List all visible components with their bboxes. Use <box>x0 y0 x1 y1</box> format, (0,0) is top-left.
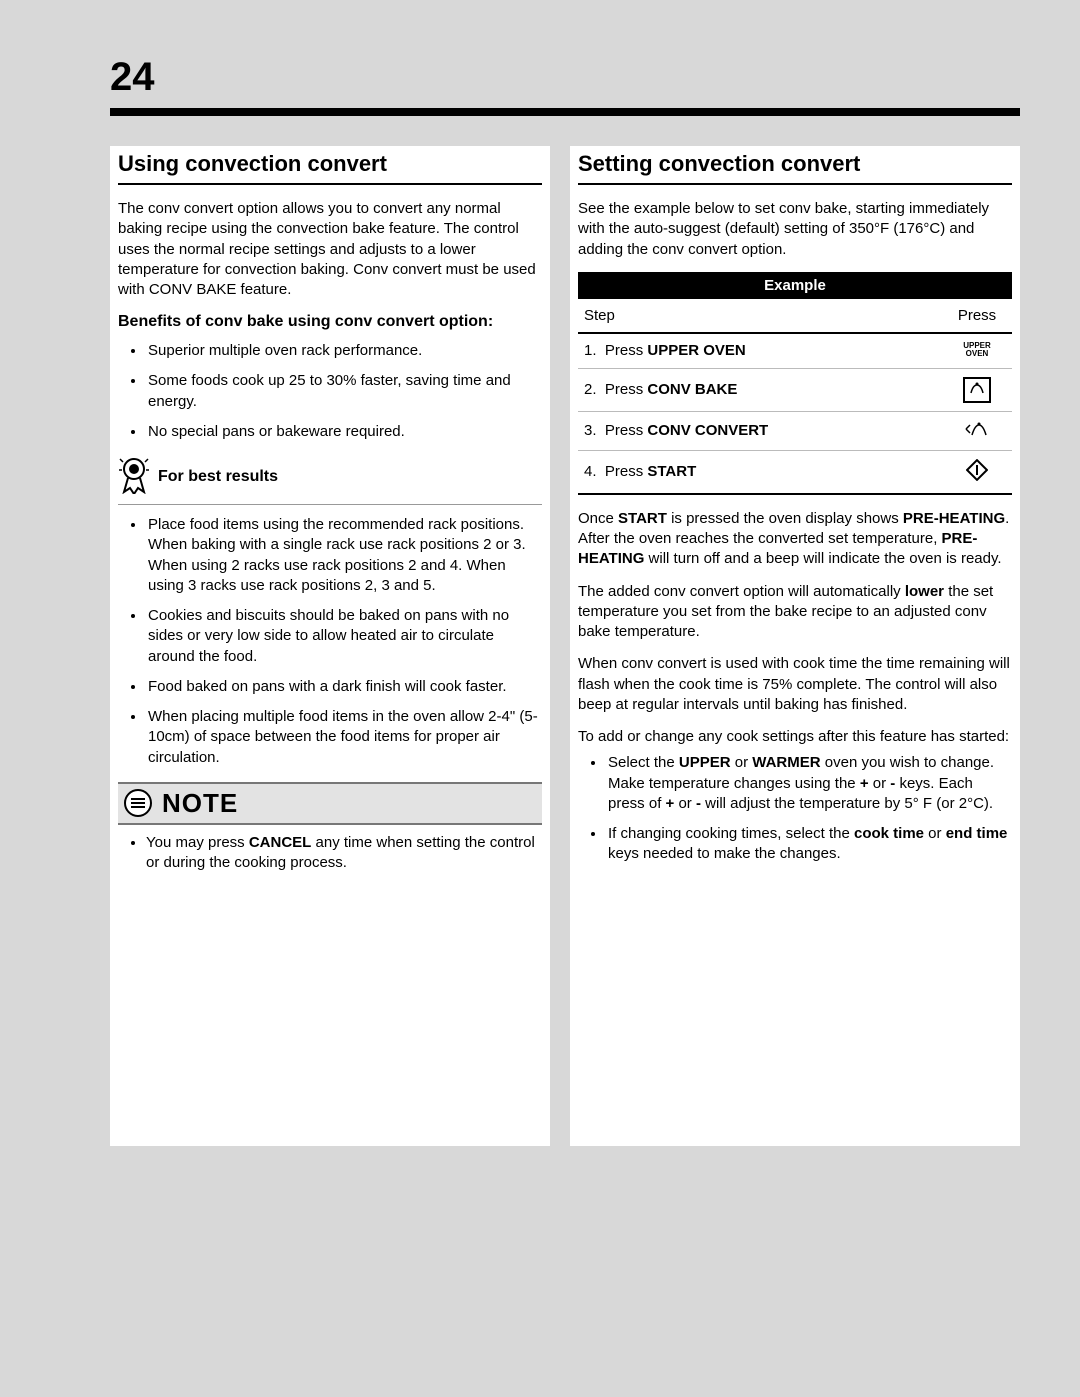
step-bold: CONV BAKE <box>647 381 737 398</box>
top-rule <box>110 108 1020 116</box>
para-preheating: Once START is pressed the oven display s… <box>578 509 1012 570</box>
list-item: Food baked on pans with a dark finish wi… <box>146 677 542 697</box>
press-cell <box>942 368 1012 411</box>
text: is pressed the oven display shows <box>667 510 903 527</box>
text: Select the <box>608 754 679 771</box>
list-item: No special pans or bakeware required. <box>146 422 542 442</box>
note-text: You may press <box>146 834 249 851</box>
benefits-list: Superior multiple oven rack performance.… <box>118 341 542 442</box>
benefits-heading: Benefits of conv bake using conv convert… <box>118 312 542 333</box>
table-row: 1. Press UPPER OVEN UPPEROVEN <box>578 333 1012 369</box>
bold: START <box>618 510 667 527</box>
text: will adjust the temperature by 5° F (or … <box>701 795 993 812</box>
text: or <box>924 825 946 842</box>
text: will turn off and a beep will indicate t… <box>644 550 1001 567</box>
using-convection-title: Using convection convert <box>118 151 542 185</box>
text: keys needed to make the changes. <box>608 845 841 862</box>
list-item: Cookies and biscuits should be baked on … <box>146 606 542 667</box>
best-results-heading: For best results <box>158 467 278 488</box>
step-bold: UPPER OVEN <box>647 342 745 359</box>
setting-convection-intro: See the example below to set conv bake, … <box>578 199 1012 260</box>
best-results-list: Place food items using the recommended r… <box>118 515 542 768</box>
para-cooktime: When conv convert is used with cook time… <box>578 654 1012 715</box>
page-number: 24 <box>110 55 1020 100</box>
start-icon <box>966 468 988 485</box>
step-pre: Press <box>605 463 648 480</box>
step-cell: 1. Press UPPER OVEN <box>578 333 942 369</box>
list-item: When placing multiple food items in the … <box>146 707 542 768</box>
list-item: Superior multiple oven rack performance. <box>146 341 542 361</box>
para-lower: The added conv convert option will autom… <box>578 582 1012 643</box>
press-cell: UPPEROVEN <box>942 333 1012 369</box>
bold: end time <box>946 825 1008 842</box>
text: Once <box>578 510 618 527</box>
step-pre: Press <box>605 342 648 359</box>
note-item: You may press CANCEL any time when setti… <box>146 833 542 874</box>
para-change-intro: To add or change any cook settings after… <box>578 727 1012 747</box>
conv-bake-icon <box>963 377 991 403</box>
example-header: Example <box>578 272 1012 299</box>
two-column-layout: Using convection convert The conv conver… <box>110 146 1020 1146</box>
text: The added conv convert option will autom… <box>578 583 905 600</box>
setting-convection-title: Setting convection convert <box>578 151 1012 185</box>
step-cell: 3. Press CONV CONVERT <box>578 411 942 450</box>
right-column: Setting convection convert See the examp… <box>570 146 1020 1146</box>
bold: PRE-HEATING <box>903 510 1005 527</box>
list-item: If changing cooking times, select the co… <box>606 824 1012 865</box>
table-row: 3. Press CONV CONVERT <box>578 411 1012 450</box>
note-icon <box>124 789 152 817</box>
upper-oven-icon: UPPEROVEN <box>963 342 991 358</box>
bold: cook time <box>854 825 924 842</box>
change-settings-list: Select the UPPER or WARMER oven you wish… <box>578 753 1012 864</box>
text: or <box>869 775 891 792</box>
note-body: You may press CANCEL any time when setti… <box>118 825 542 882</box>
left-column: Using convection convert The conv conver… <box>110 146 550 1146</box>
step-pre: Press <box>605 381 648 398</box>
bold: WARMER <box>752 754 820 771</box>
step-cell: 4. Press START <box>578 450 942 494</box>
bold: + <box>860 775 869 792</box>
ribbon-icon <box>118 456 150 498</box>
text: If changing cooking times, select the <box>608 825 854 842</box>
step-num: 1. <box>584 342 597 359</box>
note-box: NOTE You may press CANCEL any time when … <box>118 782 542 882</box>
bold: UPPER <box>679 754 731 771</box>
note-header: NOTE <box>118 782 542 825</box>
using-convection-intro: The conv convert option allows you to co… <box>118 199 542 300</box>
press-cell <box>942 450 1012 494</box>
step-bold: CONV CONVERT <box>647 422 768 439</box>
bold: lower <box>905 583 944 600</box>
press-cell <box>942 411 1012 450</box>
example-table: Example Step Press 1. Press UPPER OVEN U… <box>578 272 1012 495</box>
note-title: NOTE <box>162 788 238 819</box>
list-item: Some foods cook up 25 to 30% faster, sav… <box>146 371 542 412</box>
step-bold: START <box>647 463 696 480</box>
col-press: Press <box>942 299 1012 333</box>
step-cell: 2. Press CONV BAKE <box>578 368 942 411</box>
best-results-heading-row: For best results <box>118 456 542 505</box>
col-step: Step <box>578 299 942 333</box>
step-num: 2. <box>584 381 597 398</box>
table-row: 2. Press CONV BAKE <box>578 368 1012 411</box>
table-row: 4. Press START <box>578 450 1012 494</box>
list-item: Place food items using the recommended r… <box>146 515 542 596</box>
list-item: Select the UPPER or WARMER oven you wish… <box>606 753 1012 814</box>
cancel-label: CANCEL <box>249 834 312 851</box>
text: or <box>731 754 753 771</box>
text: or <box>674 795 696 812</box>
conv-convert-icon <box>964 425 990 442</box>
bold: + <box>666 795 675 812</box>
step-pre: Press <box>605 422 648 439</box>
step-num: 4. <box>584 463 597 480</box>
step-num: 3. <box>584 422 597 439</box>
